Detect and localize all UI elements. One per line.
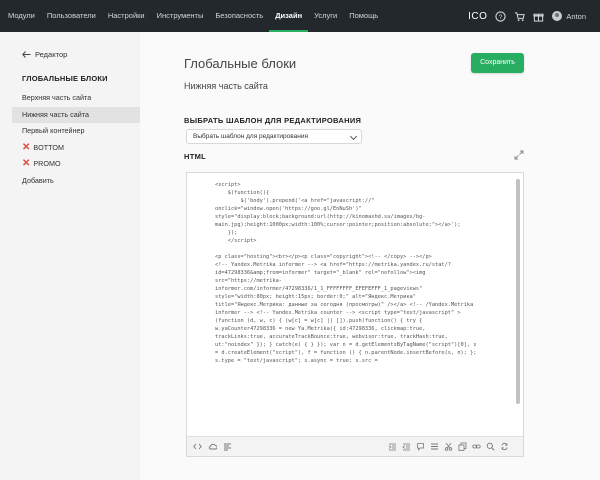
avatar xyxy=(552,11,563,21)
copy-icon[interactable] xyxy=(458,442,467,451)
code-line: s.type = "text/javascript"; s.async = tr… xyxy=(215,358,378,364)
nav-item[interactable]: Безопасность xyxy=(209,0,269,32)
chevron-down-icon xyxy=(349,132,358,141)
code-line: id=47298336&amp;from=informer" target="_… xyxy=(215,270,426,276)
html-section-label: HTML xyxy=(184,152,207,161)
template-select[interactable]: Выбрать шаблон для редактирования xyxy=(186,129,362,144)
code-line: $(function(){ xyxy=(215,190,270,196)
nav-item[interactable]: Пользователи xyxy=(41,0,102,32)
gift-icon[interactable] xyxy=(533,11,544,22)
svg-text:?: ? xyxy=(499,13,503,20)
sidebar-item[interactable]: Первый контейнер xyxy=(12,123,140,140)
code-editor[interactable]: <script> $(function(){ $('body').prepend… xyxy=(186,172,524,457)
help-icon[interactable]: ? xyxy=(495,10,507,22)
cut-icon[interactable] xyxy=(444,442,453,451)
cart-icon[interactable] xyxy=(514,11,526,22)
format-icon[interactable] xyxy=(430,442,439,451)
arrow-left-icon xyxy=(22,51,31,58)
code-area[interactable]: <script> $(function(){ $('body').prepend… xyxy=(187,173,523,437)
top-navigation: Модули Пользователи Настройки Инструменты Бе… xyxy=(0,0,600,32)
code-line: <p class="hosting"><br></p><p class="cop… xyxy=(215,254,432,260)
code-line: <script> xyxy=(215,182,241,188)
sidebar-title: ГЛОБАЛЬНЫЕ БЛОКИ xyxy=(22,74,108,83)
sidebar-item-label: Первый контейнер xyxy=(22,126,85,135)
align-left-icon[interactable] xyxy=(223,442,232,451)
search-icon[interactable] xyxy=(486,442,495,451)
code-line: onclick="window.open('https://goo.gl/EnN… xyxy=(215,206,362,212)
nav-item[interactable]: Дизайн xyxy=(269,0,309,32)
code-line: = d.createElement("script"), f = functio… xyxy=(215,350,477,356)
main-content: Глобальные блоки Нижняя часть сайта Сохр… xyxy=(140,32,600,480)
code-line: src="https://metrika- xyxy=(215,278,282,284)
nav-links: Модули Пользователи Настройки Инструменты Бе… xyxy=(0,0,384,32)
user-menu[interactable]: Anton xyxy=(552,11,586,21)
nav-item[interactable]: Инструменты xyxy=(151,0,210,32)
code-line: w.yaCounter47298336 = new Ya.Metrika({ i… xyxy=(215,326,426,332)
ico-label[interactable]: ICO xyxy=(468,11,487,22)
outdent-icon[interactable] xyxy=(402,442,411,451)
nav-item[interactable]: Настройки xyxy=(102,0,151,32)
sidebar-item[interactable]: Нижняя часть сайта xyxy=(12,106,140,123)
sidebar: Редактор ГЛОБАЛЬНЫЕ БЛОКИ Верхняя часть … xyxy=(0,32,140,480)
cloud-icon[interactable] xyxy=(208,442,217,451)
template-select-value: Выбрать шаблон для редактирования xyxy=(193,133,309,140)
code-line: ut:"noindex" }); } catch(e) { } }); var … xyxy=(215,342,477,348)
code-line: style="width:80px; height:15px; border:0… xyxy=(215,294,416,300)
code-line: $('body').prepend('<a href="javascript:/… xyxy=(215,198,375,204)
code-line: </script> xyxy=(215,238,257,244)
disabled-x-icon: ✕ xyxy=(22,141,31,153)
link-icon[interactable] xyxy=(472,442,481,451)
sidebar-item-label: Нижняя часть сайта xyxy=(22,109,89,119)
save-button[interactable]: Сохранить xyxy=(471,53,524,73)
code-line: }); xyxy=(215,230,238,236)
editor-toolbar xyxy=(187,436,523,456)
expand-icon[interactable] xyxy=(514,150,524,160)
code-line: informer.com/informer/47298336/1_1_FFFFF… xyxy=(215,286,423,292)
page-subtitle: Нижняя часть сайта xyxy=(184,81,268,91)
template-section-label: ВЫБРАТЬ ШАБЛОН ДЛЯ РЕДАКТИРОВАНИЯ xyxy=(184,116,362,125)
nav-item[interactable]: Услуги xyxy=(308,0,343,32)
code-line: trackLinks:true, accurateTrackBounce:tru… xyxy=(215,334,448,340)
code-line: (function (d, w, c) { (w[c] = w[c] || []… xyxy=(215,318,423,324)
sidebar-item[interactable]: ✕ PROMO xyxy=(12,156,140,173)
nav-right: ICO ? Anton xyxy=(468,0,586,32)
disabled-x-icon: ✕ xyxy=(22,158,31,170)
sidebar-list: Верхняя часть сайта Нижняя часть сайта Пер… xyxy=(12,90,140,189)
editor-scrollbar[interactable] xyxy=(516,179,520,404)
code-icon[interactable] xyxy=(193,442,202,451)
indent-icon[interactable] xyxy=(388,442,397,451)
sidebar-item[interactable]: ✕ BOTTOM xyxy=(12,140,140,157)
sidebar-item-label: Верхняя часть сайта xyxy=(22,93,92,102)
sidebar-item-label: PROMO xyxy=(33,159,61,168)
sidebar-item-label: Добавить xyxy=(22,175,54,185)
comment-icon[interactable] xyxy=(416,442,425,451)
replace-icon[interactable] xyxy=(500,442,509,451)
nav-item[interactable]: Модули xyxy=(2,0,41,32)
back-to-editor-link[interactable]: Редактор xyxy=(22,50,67,59)
user-name: Anton xyxy=(566,11,586,21)
code-line: informer --> <!-- Yandex.Metrika counter… xyxy=(215,310,461,316)
sidebar-item[interactable]: Верхняя часть сайта xyxy=(12,90,140,107)
code-line: title="Яндекс.Метрика: данные за сегодня… xyxy=(215,302,474,308)
code-line: style="display:block;background:url(http… xyxy=(215,214,426,220)
code-line: <!-- Yandex.Metrika informer --> <a href… xyxy=(215,262,451,268)
page-title: Глобальные блоки xyxy=(184,56,297,71)
code-line: main.jpg);height:1000px;width:100%;curso… xyxy=(215,222,461,228)
nav-item[interactable]: Помощь xyxy=(343,0,384,32)
sidebar-item-label: BOTTOM xyxy=(33,142,65,152)
back-label: Редактор xyxy=(35,50,68,59)
sidebar-item[interactable]: Добавить xyxy=(12,173,140,190)
